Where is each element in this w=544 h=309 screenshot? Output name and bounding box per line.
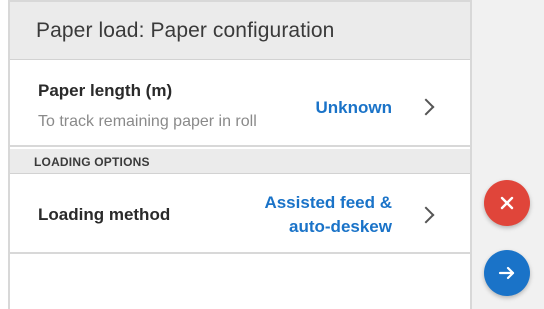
paper-length-description: To track remaining paper in roll (38, 113, 257, 130)
chevron-right-icon (417, 98, 435, 116)
settings-panel: Paper load: Paper configuration Paper le… (8, 0, 472, 309)
loading-method-value-line1: Assisted feed & (264, 193, 392, 212)
loading-method-value-line2: auto-deskew (289, 217, 392, 236)
paper-length-value: Unknown (315, 98, 393, 117)
arrow-right-icon (498, 266, 515, 280)
paper-configuration-screen: Paper load: Paper configuration Paper le… (0, 0, 544, 309)
title-bar: Paper load: Paper configuration (10, 2, 470, 60)
paper-length-label: Paper length (m) (38, 81, 173, 100)
loading-options-header: LOADING OPTIONS (10, 149, 470, 174)
loading-method-label: Loading method (38, 205, 171, 224)
close-icon (500, 196, 514, 210)
next-button[interactable] (484, 250, 530, 296)
page-title: Paper load: Paper configuration (36, 19, 335, 42)
paper-length-row[interactable]: Paper length (m) To track remaining pape… (10, 61, 470, 147)
cancel-button[interactable] (484, 180, 530, 226)
section-title: LOADING OPTIONS (34, 155, 150, 169)
loading-method-row[interactable]: Loading method Assisted feed & auto-desk… (10, 175, 470, 254)
chevron-right-icon (417, 206, 435, 224)
